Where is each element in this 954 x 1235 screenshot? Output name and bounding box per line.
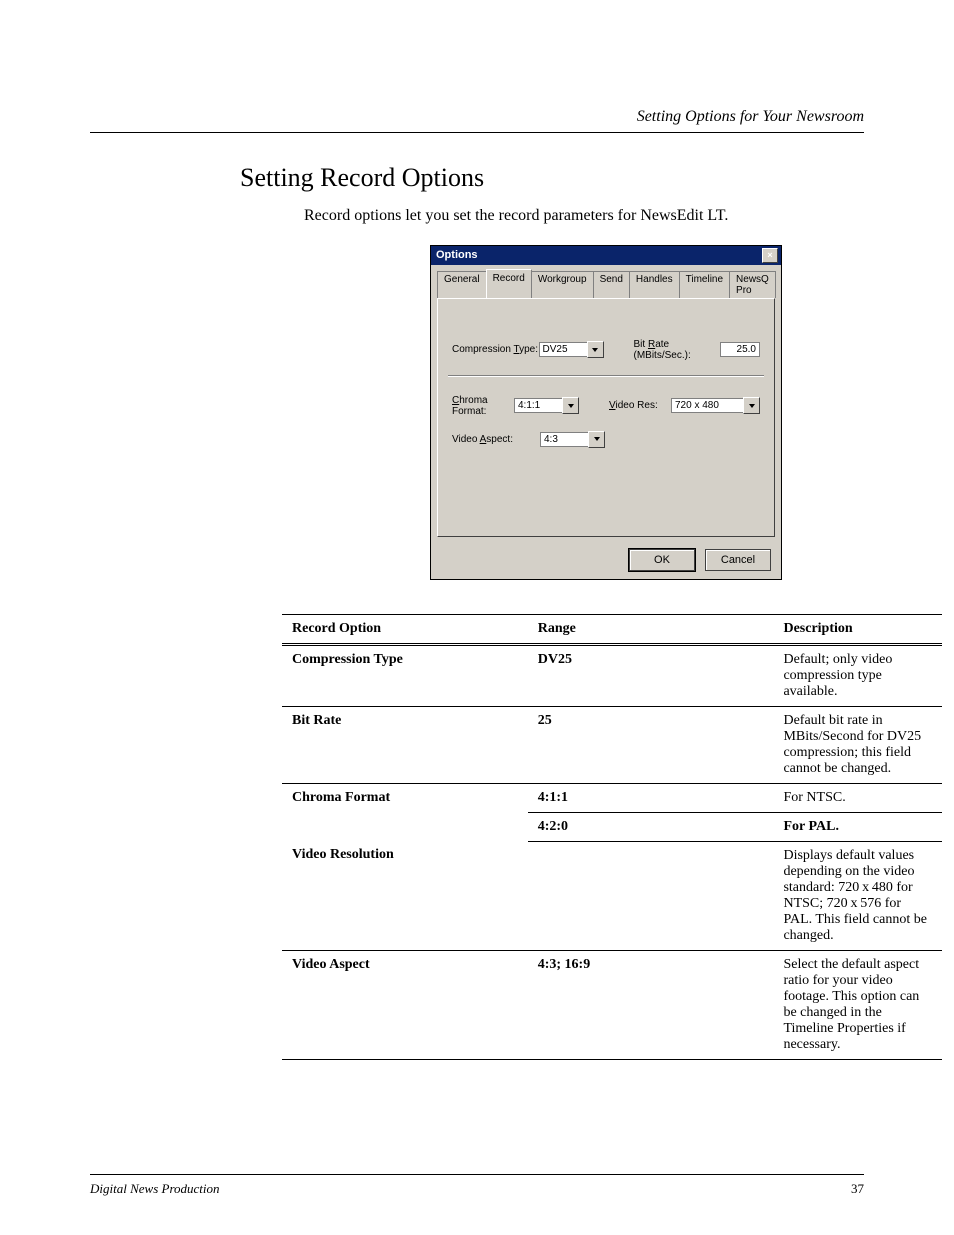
bit-rate-field[interactable] xyxy=(720,342,760,357)
tab-handles[interactable]: Handles xyxy=(629,271,680,298)
page-footer: Digital News Production 37 xyxy=(90,1174,864,1197)
tab-strip: General Record Workgroup Send Handles Ti… xyxy=(431,265,781,298)
cancel-button[interactable]: Cancel xyxy=(705,549,771,571)
section-title: Setting Record Options xyxy=(240,163,864,193)
video-aspect-select[interactable] xyxy=(540,431,605,448)
cell-description: For PAL. xyxy=(773,812,942,841)
table-row: Bit Rate 25 Default bit rate in MBits/Se… xyxy=(282,706,942,783)
cell-description: Default bit rate in MBits/Second for DV2… xyxy=(773,706,942,783)
compression-type-value[interactable] xyxy=(539,342,587,357)
compression-type-select[interactable] xyxy=(539,341,604,358)
button-bar: OK Cancel xyxy=(431,543,781,579)
ok-button[interactable]: OK xyxy=(629,549,695,571)
cell-option: Video Resolution xyxy=(282,841,528,950)
dialog-title: Options xyxy=(436,249,478,261)
cell-description: Displays default values depending on the… xyxy=(773,841,942,950)
tab-general[interactable]: General xyxy=(437,271,487,298)
chevron-down-icon[interactable] xyxy=(587,341,604,358)
label-compression-type: Compression Type: xyxy=(452,344,539,355)
chroma-format-value[interactable] xyxy=(514,398,562,413)
section-paragraph: Record options let you set the record pa… xyxy=(304,205,864,227)
cell-option: Bit Rate xyxy=(282,706,528,783)
footer-page-number: 37 xyxy=(851,1181,864,1197)
label-chroma-format: Chroma Format: xyxy=(452,395,514,417)
col-header-description: Description xyxy=(773,614,942,644)
col-header-range: Range xyxy=(528,614,774,644)
label-video-res: Video Res: xyxy=(609,400,671,411)
titlebar: Options × xyxy=(431,246,781,265)
table-row: Video Aspect 4:3; 16:9 Select the defaul… xyxy=(282,950,942,1059)
cell-range: 25 xyxy=(528,706,774,783)
cell-option: Compression Type xyxy=(282,644,528,706)
cell-option: Video Aspect xyxy=(282,950,528,1059)
chroma-format-select[interactable] xyxy=(514,397,579,414)
record-options-table: Record Option Range Description Compress… xyxy=(282,614,942,1060)
options-dialog: Options × General Record Workgroup Send … xyxy=(430,245,782,580)
footer-manual-name: Digital News Production xyxy=(90,1181,220,1197)
tab-timeline[interactable]: Timeline xyxy=(679,271,730,298)
chevron-down-icon[interactable] xyxy=(562,397,579,414)
running-rule xyxy=(90,132,864,133)
cell-description: For NTSC. xyxy=(773,783,942,812)
cell-range: 4:3; 16:9 xyxy=(528,950,774,1059)
close-icon[interactable]: × xyxy=(762,248,778,263)
table-row: Compression Type DV25 Default; only vide… xyxy=(282,644,942,706)
table-row: Video Resolution Displays default values… xyxy=(282,841,942,950)
tab-workgroup[interactable]: Workgroup xyxy=(531,271,594,298)
separator xyxy=(448,375,764,377)
table-row: Chroma Format 4:1:1 For NTSC. xyxy=(282,783,942,812)
cell-range: 4:1:1 xyxy=(528,783,774,812)
chevron-down-icon[interactable] xyxy=(588,431,605,448)
label-video-aspect: Video Aspect: xyxy=(452,434,540,445)
tab-record[interactable]: Record xyxy=(486,269,532,298)
cell-range xyxy=(528,841,774,950)
cell-range: DV25 xyxy=(528,644,774,706)
running-head: Setting Options for Your Newsroom xyxy=(90,108,864,126)
tab-send[interactable]: Send xyxy=(593,271,630,298)
col-header-option: Record Option xyxy=(282,614,528,644)
label-bit-rate: Bit Rate (MBits/Sec.): xyxy=(634,339,721,361)
video-aspect-value[interactable] xyxy=(540,432,588,447)
tab-newsq-pro[interactable]: NewsQ Pro xyxy=(729,271,776,298)
cell-range: 4:2:0 xyxy=(528,812,774,841)
cell-option: Chroma Format xyxy=(282,783,528,841)
cell-description: Default; only video compression type ava… xyxy=(773,644,942,706)
cell-description: Select the default aspect ratio for your… xyxy=(773,950,942,1059)
tab-panel-record: Compression Type: Bit Rate (MBits/Sec.):… xyxy=(437,298,775,537)
video-res-select[interactable] xyxy=(671,397,760,414)
video-res-value[interactable] xyxy=(671,398,743,413)
chevron-down-icon[interactable] xyxy=(743,397,760,414)
